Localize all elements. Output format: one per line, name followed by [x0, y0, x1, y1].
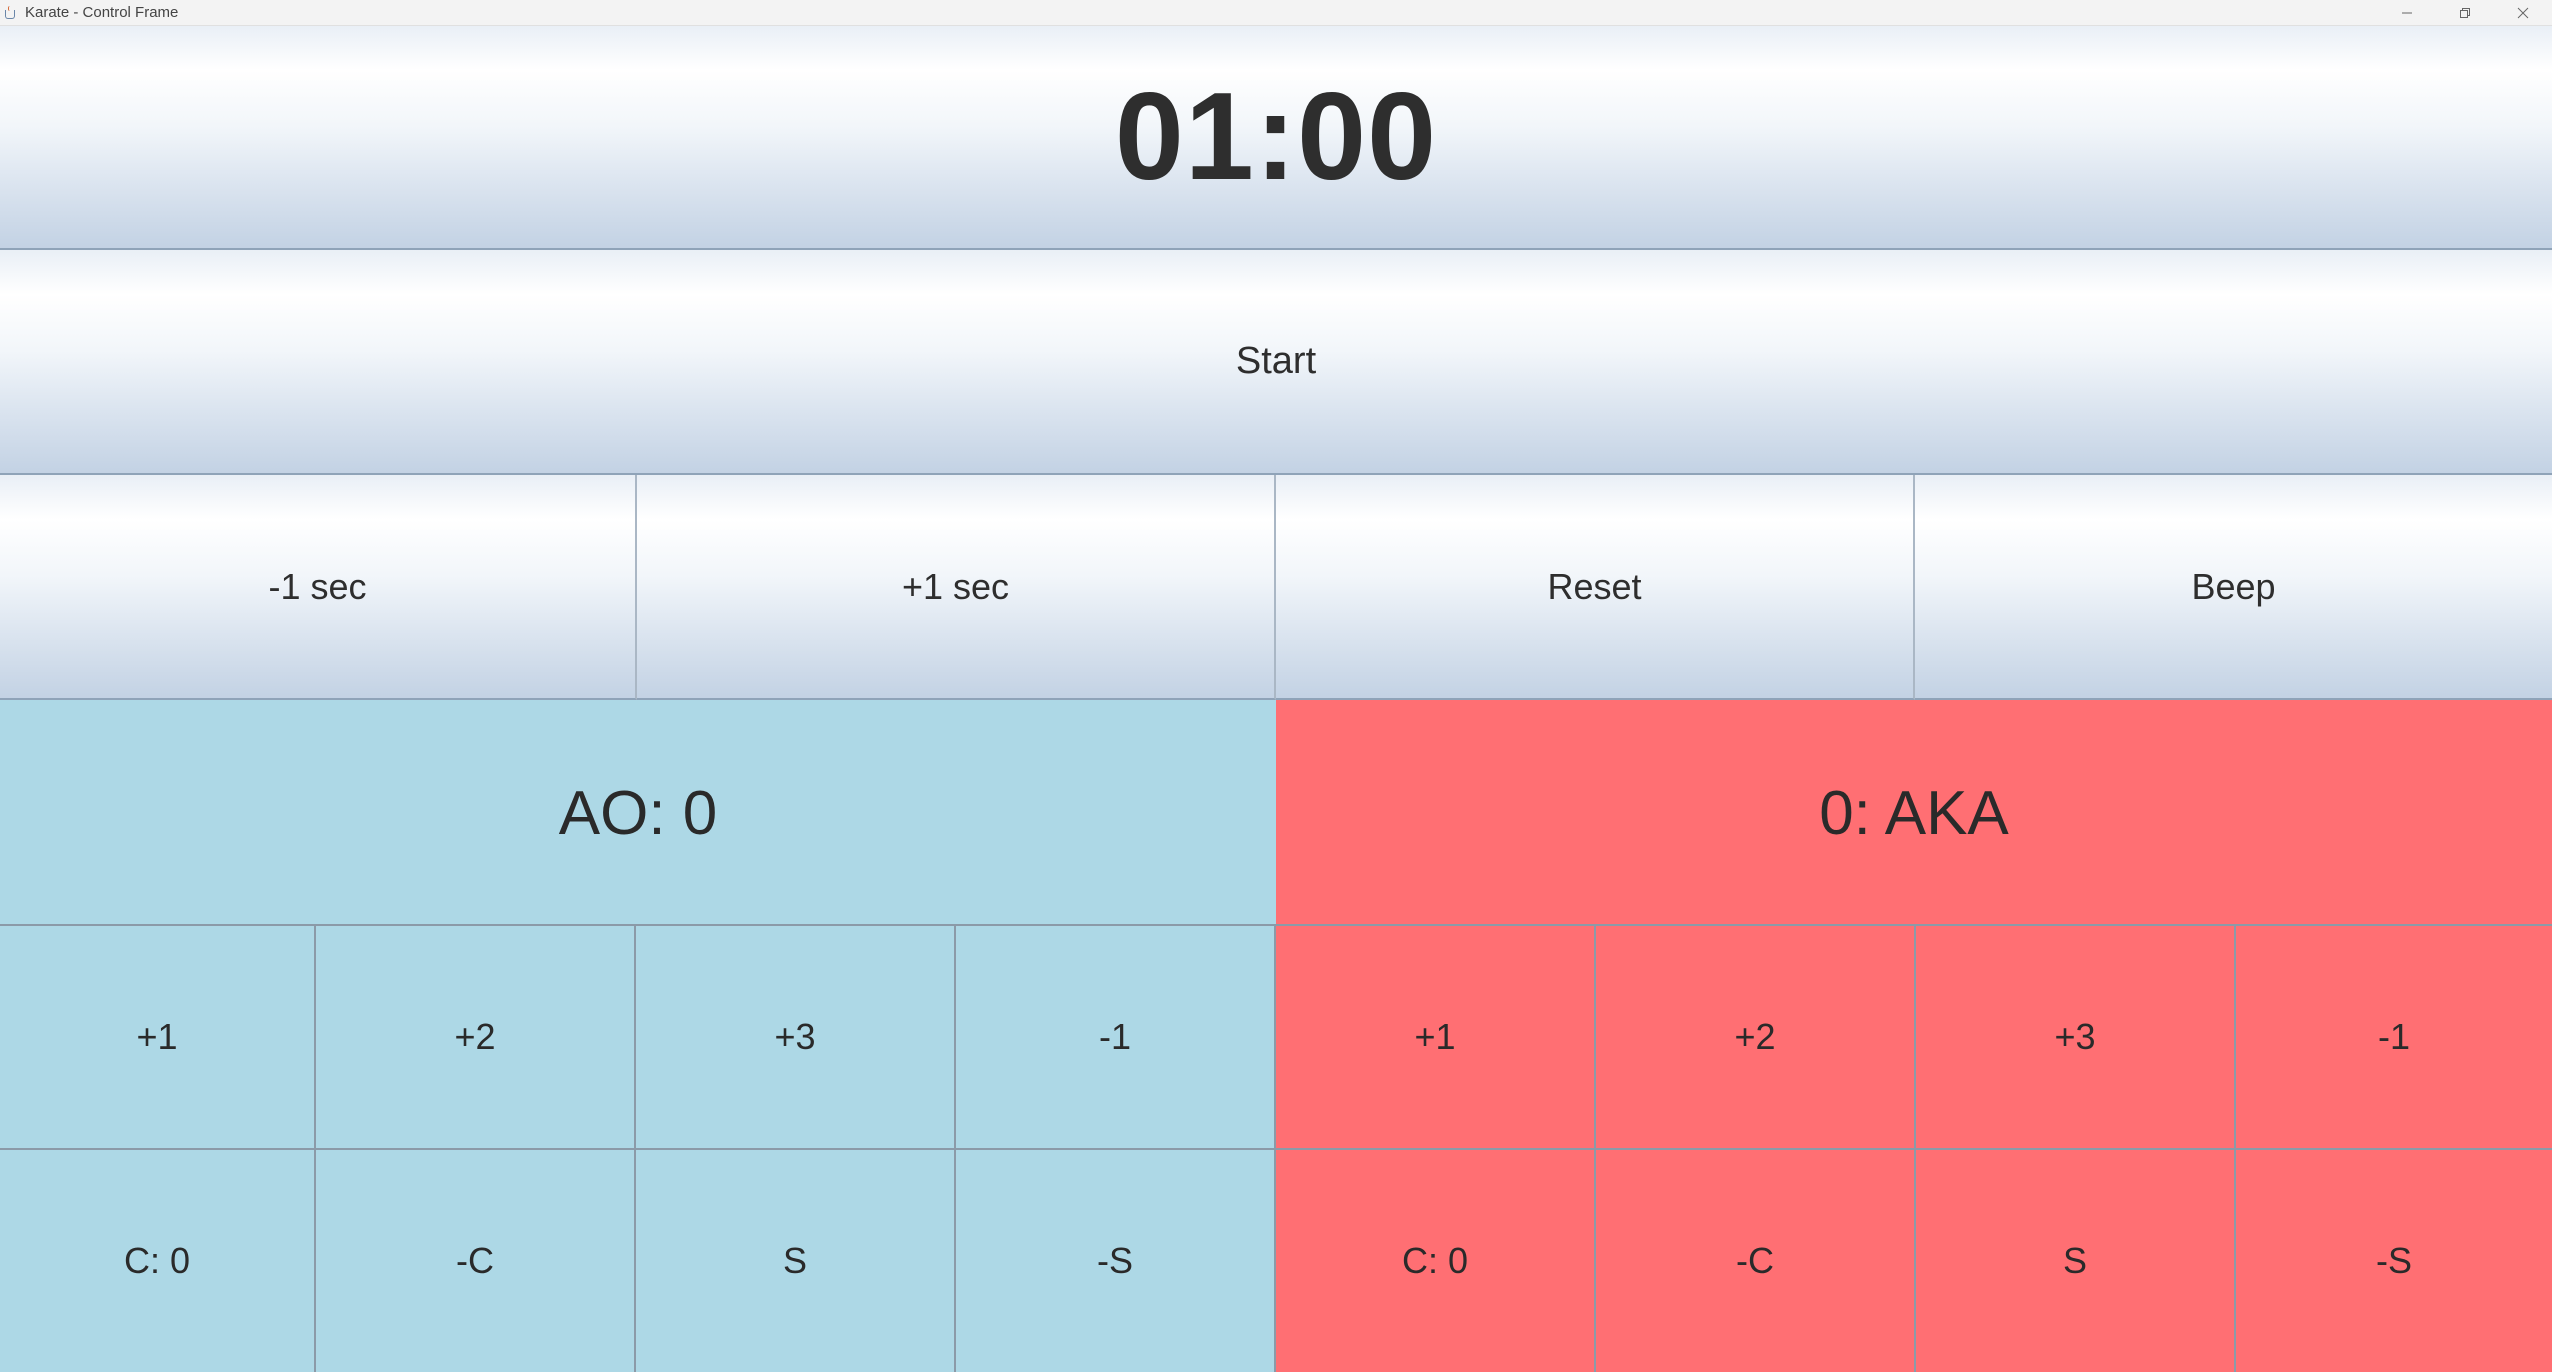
aka-minus-c-button[interactable]: -C [1596, 1148, 1916, 1372]
window-title: Karate - Control Frame [25, 4, 179, 21]
aka-score-display[interactable]: 0: AKA [1276, 700, 2552, 926]
aka-minus1-button[interactable]: -1 [2236, 924, 2552, 1148]
reset-button[interactable]: Reset [1276, 475, 1915, 700]
window-controls [2378, 0, 2552, 26]
close-icon[interactable] [2494, 0, 2552, 26]
timer-display[interactable]: 01:00 [0, 26, 2552, 250]
karate-control-window: Karate - Control Frame 01:00 Start -1 se… [0, 0, 2552, 1372]
ao-minus-c-button[interactable]: -C [316, 1148, 636, 1372]
ao-plus2-button[interactable]: +2 [316, 924, 636, 1148]
ao-s-button[interactable]: S [636, 1148, 956, 1372]
java-app-icon [3, 5, 19, 21]
restore-icon[interactable] [2436, 0, 2494, 26]
plus-one-sec-button[interactable]: +1 sec [637, 475, 1276, 700]
ao-plus3-button[interactable]: +3 [636, 924, 956, 1148]
ao-score-display[interactable]: AO: 0 [0, 700, 1276, 926]
aka-s-button[interactable]: S [1916, 1148, 2236, 1372]
minus-one-sec-button[interactable]: -1 sec [0, 475, 637, 700]
aka-plus3-button[interactable]: +3 [1916, 924, 2236, 1148]
ao-minus1-button[interactable]: -1 [956, 924, 1276, 1148]
ao-minus-s-button[interactable]: -S [956, 1148, 1276, 1372]
beep-button[interactable]: Beep [1915, 475, 2552, 700]
start-button[interactable]: Start [0, 250, 2552, 475]
aka-plus1-button[interactable]: +1 [1276, 924, 1596, 1148]
aka-minus-s-button[interactable]: -S [2236, 1148, 2552, 1372]
ao-c-count-button[interactable]: C: 0 [0, 1148, 316, 1372]
aka-c-count-button[interactable]: C: 0 [1276, 1148, 1596, 1372]
title-bar: Karate - Control Frame [0, 0, 2552, 26]
ao-plus1-button[interactable]: +1 [0, 924, 316, 1148]
aka-plus2-button[interactable]: +2 [1596, 924, 1916, 1148]
minimize-icon[interactable] [2378, 0, 2436, 26]
